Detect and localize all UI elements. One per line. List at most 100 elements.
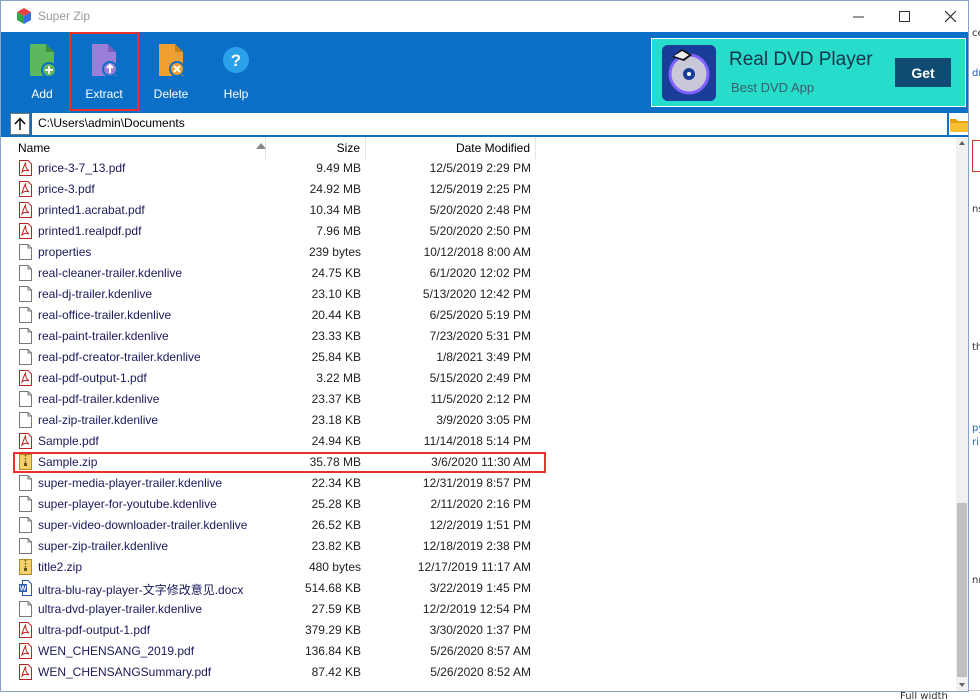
- file-row[interactable]: ultra-pdf-output-1.pdf 379.29 KB 3/30/2020…: [10, 620, 950, 641]
- file-date: 10/12/2018 8:00 AM: [423, 245, 531, 259]
- file-name: printed1.realpdf.pdf: [38, 224, 142, 238]
- scroll-up-icon[interactable]: [959, 141, 965, 145]
- help-icon: ?: [223, 47, 249, 73]
- file-name: real-zip-trailer.kdenlive: [38, 413, 159, 427]
- pdf-file-icon: [19, 160, 32, 176]
- add-button[interactable]: Add: [7, 32, 77, 111]
- file-date: 12/2/2019 1:51 PM: [429, 518, 531, 532]
- file-row[interactable]: super-video-downloader-trailer.kdenlive 2…: [10, 515, 950, 536]
- file-size: 23.33 KB: [311, 329, 361, 343]
- file-icon: [19, 307, 32, 323]
- file-icon: [19, 496, 32, 512]
- file-icon: [19, 286, 32, 302]
- svg-text:W: W: [20, 586, 27, 593]
- file-row[interactable]: WEN_CHENSANGSummary.pdf 87.42 KB 5/26/2020…: [10, 662, 950, 683]
- help-button-label: Help: [223, 87, 249, 101]
- address-bar: C:\Users\admin\Documents: [1, 111, 968, 137]
- file-row[interactable]: title2.zip 480 bytes 12/17/2019 11:17 AM: [10, 557, 950, 578]
- file-row[interactable]: ultra-dvd-player-trailer.kdenlive 27.59 K…: [10, 599, 950, 620]
- bg-fragment: py: [972, 423, 980, 434]
- file-row[interactable]: real-pdf-creator-trailer.kdenlive 25.84 K…: [10, 347, 950, 368]
- column-header-date[interactable]: Date Modified: [366, 137, 536, 159]
- file-row[interactable]: Sample.zip 35.78 MB 3/6/2020 11:30 AM: [13, 452, 546, 473]
- add-file-icon: [30, 44, 56, 78]
- file-date: 3/6/2020 11:30 AM: [431, 455, 531, 469]
- close-button[interactable]: [927, 1, 968, 32]
- file-date: 5/26/2020 8:57 AM: [430, 644, 531, 658]
- pdf-file-icon: [19, 664, 32, 680]
- file-row[interactable]: real-paint-trailer.kdenlive 23.33 KB 7/23/…: [10, 326, 950, 347]
- file-date: 12/17/2019 11:17 AM: [417, 560, 531, 574]
- pdf-file-icon: [19, 223, 32, 239]
- extract-button[interactable]: Extract: [69, 32, 139, 111]
- file-date: 2/11/2020 2:16 PM: [430, 497, 531, 511]
- file-row[interactable]: Wultra-blu-ray-player-文字修改意见.docx 514.68 …: [10, 578, 950, 599]
- browse-folder-button[interactable]: [949, 113, 968, 135]
- file-date: 3/22/2019 1:45 PM: [429, 581, 531, 595]
- file-size: 25.28 KB: [311, 497, 361, 511]
- bg-fragment: dr: [972, 68, 980, 79]
- pdf-file-icon: [19, 202, 32, 218]
- file-row[interactable]: printed1.acrabat.pdf 10.34 MB 5/20/2020 2:…: [10, 200, 950, 221]
- file-row[interactable]: real-zip-trailer.kdenlive 23.18 KB 3/9/202…: [10, 410, 950, 431]
- file-row[interactable]: properties 239 bytes 10/12/2018 8:00 AM: [10, 242, 950, 263]
- file-row[interactable]: printed1.realpdf.pdf 7.96 MB 5/20/2020 2:5…: [10, 221, 950, 242]
- file-row[interactable]: super-zip-trailer.kdenlive 23.82 KB 12/18/…: [10, 536, 950, 557]
- folder-icon: [949, 118, 968, 132]
- file-size: 23.10 KB: [311, 287, 361, 301]
- up-folder-button[interactable]: [10, 113, 30, 135]
- file-date: 5/15/2020 2:49 PM: [429, 371, 531, 385]
- delete-button-label: Delete: [153, 87, 189, 101]
- file-size: 26.52 KB: [311, 518, 361, 532]
- app-logo-icon: [17, 8, 31, 24]
- file-row[interactable]: Sample.pdf 24.94 KB 11/14/2018 5:14 PM: [10, 431, 950, 452]
- delete-button[interactable]: Delete: [136, 32, 206, 111]
- arrow-up-icon: [14, 117, 26, 130]
- scrollbar-thumb[interactable]: [957, 503, 967, 677]
- column-header-size[interactable]: Size: [266, 137, 366, 159]
- file-list: Name Size Date Modified price-3-7_13.pdf…: [10, 137, 968, 691]
- file-date: 5/13/2020 12:42 PM: [422, 287, 531, 301]
- file-row[interactable]: real-pdf-output-1.pdf 3.22 MB 5/15/2020 2:…: [10, 368, 950, 389]
- extract-button-label: Extract: [85, 87, 123, 101]
- file-name: real-pdf-output-1.pdf: [38, 371, 147, 385]
- ad-title: Real DVD Player: [729, 49, 873, 70]
- file-date: 11/14/2018 5:14 PM: [423, 434, 531, 448]
- close-icon: [944, 11, 956, 22]
- file-row[interactable]: real-office-trailer.kdenlive 20.44 KB 6/25…: [10, 305, 950, 326]
- file-size: 24.94 KB: [311, 434, 361, 448]
- help-button[interactable]: ? Help: [201, 32, 271, 111]
- file-row[interactable]: WEN_CHENSANG_2019.pdf 136.84 KB 5/26/2020 …: [10, 641, 950, 662]
- file-row[interactable]: real-pdf-trailer.kdenlive 23.37 KB 11/5/20…: [10, 389, 950, 410]
- vertical-scrollbar[interactable]: [956, 137, 968, 691]
- file-size: 10.34 MB: [309, 203, 361, 217]
- maximize-button[interactable]: [881, 1, 927, 32]
- file-row[interactable]: real-dj-trailer.kdenlive 23.10 KB 5/13/202…: [10, 284, 950, 305]
- file-row[interactable]: real-cleaner-trailer.kdenlive 24.75 KB 6/1…: [10, 263, 950, 284]
- file-date: 3/9/2020 3:05 PM: [436, 413, 531, 427]
- minimize-button[interactable]: [835, 1, 881, 32]
- file-size: 7.96 MB: [316, 224, 361, 238]
- ad-subtitle: Best DVD App: [731, 80, 815, 95]
- file-row[interactable]: price-3-7_13.pdf 9.49 MB 12/5/2019 2:29 PM: [10, 158, 950, 179]
- column-header-row: Name Size Date Modified: [10, 137, 950, 159]
- scroll-down-icon[interactable]: [959, 683, 965, 687]
- column-header-name[interactable]: Name: [18, 137, 266, 159]
- file-size: 87.42 KB: [311, 665, 361, 679]
- file-size: 239 bytes: [308, 245, 361, 259]
- title-bar: Super Zip: [1, 1, 968, 32]
- file-row[interactable]: price-3.pdf 24.92 MB 12/5/2019 2:25 PM: [10, 179, 950, 200]
- ad-banner[interactable]: Real DVD Player Best DVD App Get: [651, 38, 966, 107]
- path-field[interactable]: C:\Users\admin\Documents: [32, 113, 947, 135]
- bg-fragment: ns: [972, 204, 980, 215]
- file-icon: [19, 517, 32, 533]
- file-name: Sample.zip: [38, 455, 98, 469]
- file-date: 12/31/2019 8:57 PM: [422, 476, 531, 490]
- file-date: 6/25/2020 5:19 PM: [429, 308, 531, 322]
- file-size: 25.84 KB: [311, 350, 361, 364]
- file-row[interactable]: super-player-for-youtube.kdenlive 25.28 K…: [10, 494, 950, 515]
- ad-get-button[interactable]: Get: [895, 58, 951, 87]
- svg-text:?: ?: [231, 51, 241, 70]
- file-row[interactable]: super-media-player-trailer.kdenlive 22.34…: [10, 473, 950, 494]
- file-size: 24.75 KB: [311, 266, 361, 280]
